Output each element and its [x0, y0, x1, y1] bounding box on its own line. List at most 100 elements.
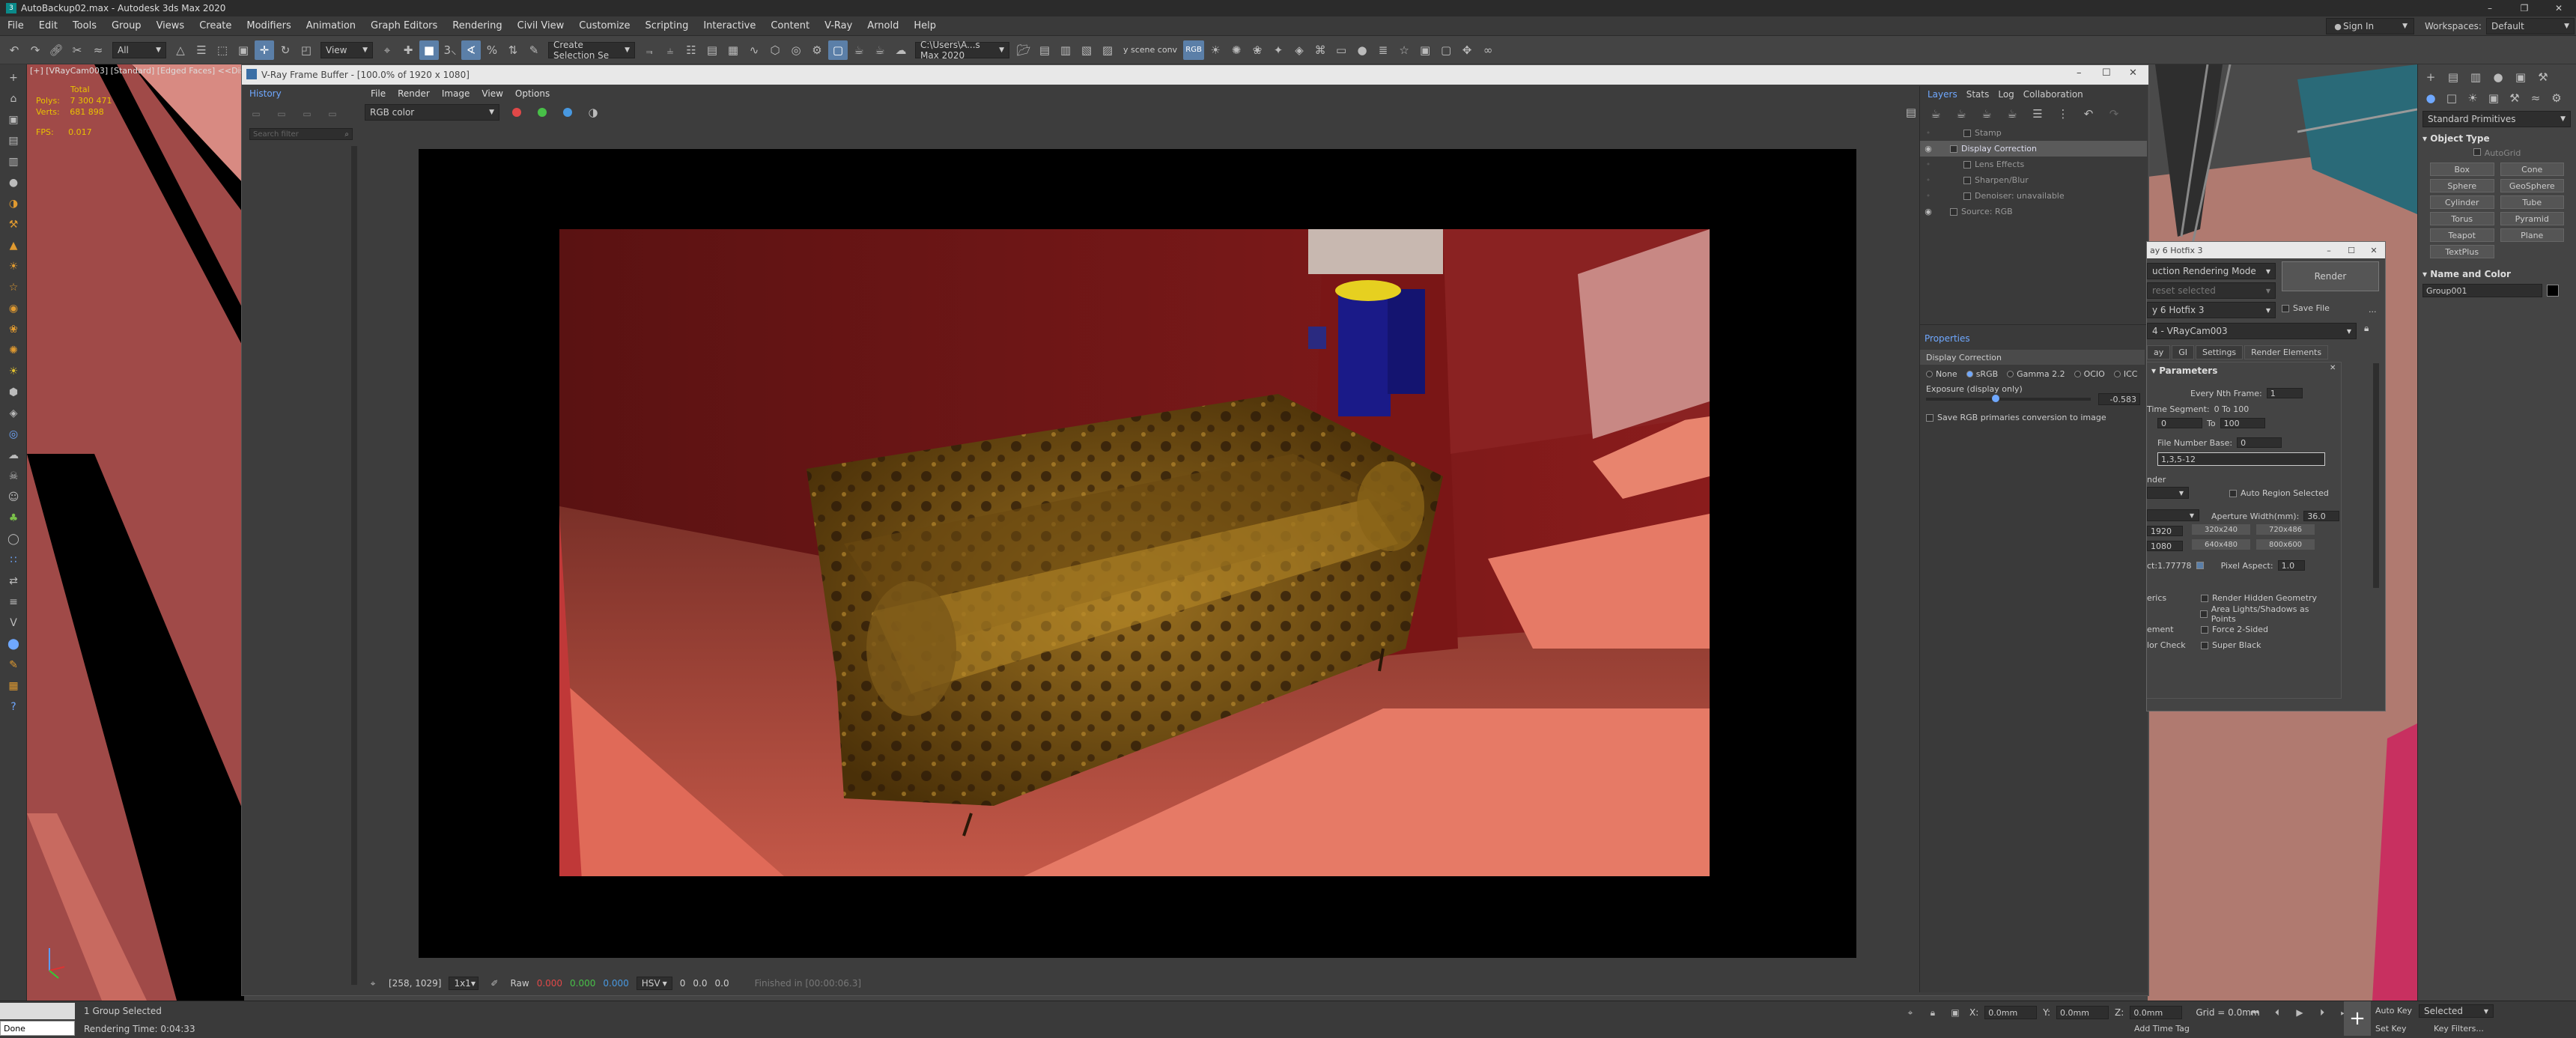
dots-icon[interactable]: ∷ [5, 552, 22, 568]
minimize-button[interactable]: – [2318, 246, 2340, 255]
object-color-swatch[interactable] [2547, 285, 2559, 297]
utilities-icon[interactable]: ⚒ [5, 216, 22, 233]
tab-log[interactable]: Log [1993, 87, 2018, 102]
link-icon[interactable]: 🔗︎ [46, 40, 66, 60]
render-tab[interactable]: Render Elements [2244, 345, 2329, 359]
vfb-menu-image[interactable]: Image [436, 88, 476, 99]
layer-checkbox[interactable] [1963, 160, 1971, 169]
minimize-button[interactable]: – [2473, 0, 2507, 16]
flip-icon[interactable]: ⇄ [5, 573, 22, 589]
vray-ies-icon[interactable]: ✦ [1269, 40, 1288, 60]
spinner-snap-icon[interactable]: ⇅ [503, 40, 523, 60]
vfb-menu-view[interactable]: View [476, 88, 508, 99]
globe-icon[interactable]: ◎ [5, 426, 22, 443]
menu-help[interactable]: Help [906, 16, 944, 36]
layer-checkbox[interactable] [1963, 129, 1971, 137]
layer-checkbox[interactable] [1950, 207, 1957, 216]
visibility-eye-icon[interactable]: • [1920, 128, 1936, 138]
hierarchy-tab-icon[interactable]: ▥ [2467, 69, 2484, 85]
palette-icon[interactable]: ⬤ [5, 636, 22, 652]
grid-icon[interactable]: ▦ [5, 678, 22, 694]
spacewarps-icon[interactable]: ❀ [5, 321, 22, 338]
layer-checkbox[interactable] [1963, 176, 1971, 184]
cloud-icon[interactable]: ☁ [5, 447, 22, 464]
preset-select[interactable]: reset selected ▼ [2147, 282, 2276, 299]
edit-named-selection-icon[interactable]: ✎ [524, 40, 544, 60]
modify-tab-icon[interactable]: ▤ [2445, 69, 2461, 85]
tab-stats[interactable]: Stats [1962, 87, 1994, 102]
percent-snap-icon[interactable]: % [482, 40, 502, 60]
option-checkbox[interactable] [2199, 610, 2208, 618]
compare-b-icon[interactable]: ▭ [324, 106, 341, 122]
y-coordinate-field[interactable]: 0.0mm [2056, 1006, 2109, 1019]
select-manipulate-icon[interactable]: ✚ [398, 40, 418, 60]
history-search-input[interactable]: Search filter ⌕ [249, 128, 353, 140]
every-nth-frame-field[interactable]: 1 [2266, 388, 2303, 398]
perspective-viewport[interactable] [27, 64, 244, 1001]
vray-infinite-icon[interactable]: ∞ [1478, 40, 1498, 60]
frames-field[interactable]: 1,3,5-12 [2157, 452, 2325, 466]
vray-logo-icon[interactable]: V [5, 615, 22, 631]
browse-icon[interactable]: ▥ [1056, 40, 1075, 60]
save-image-icon[interactable]: ▤ [1903, 104, 1919, 121]
menu-edit[interactable]: Edit [31, 16, 65, 36]
render-tab[interactable]: GI [2172, 345, 2195, 359]
exposure-field[interactable]: -0.583 [2098, 393, 2140, 405]
add-time-tag-button[interactable]: Add Time Tag [2134, 1024, 2190, 1034]
object-type-header[interactable]: ▾ Object Type [2422, 133, 2572, 144]
key-mode-select[interactable]: Selected ▼ [2419, 1004, 2494, 1018]
lock-aspect-toggle[interactable] [2196, 562, 2204, 569]
pixel-aspect-field[interactable]: 1.0 [2277, 560, 2305, 571]
maxscript-listener[interactable] [0, 1003, 75, 1019]
snaps-toggle-icon[interactable]: 3⸜ [440, 40, 460, 60]
auto-region-checkbox[interactable]: Auto Region Selected [2229, 488, 2329, 498]
layer-row[interactable]: ◉ Source: RGB [1920, 204, 2147, 219]
angle-snap-icon[interactable]: ∢ [461, 40, 481, 60]
create-sphere-button[interactable]: Sphere [2430, 179, 2494, 192]
tab-collaboration[interactable]: Collaboration [2019, 87, 2088, 102]
set-key-icon[interactable]: + [2344, 1001, 2371, 1036]
vray-proxy-icon[interactable]: ◈ [1289, 40, 1309, 60]
blue-channel-icon[interactable] [559, 104, 576, 121]
mode-radio-none[interactable]: None [1926, 369, 1957, 379]
layer-menu-icon[interactable]: ⋮ [2055, 106, 2071, 122]
option-checkbox[interactable] [2201, 625, 2208, 634]
menu-scripting[interactable]: Scripting [638, 16, 696, 36]
lights-tab-icon[interactable]: ☀ [2464, 90, 2481, 106]
visibility-eye-icon[interactable]: • [1920, 175, 1936, 185]
vray-dome-icon[interactable]: ❀ [1248, 40, 1267, 60]
create-tube-button[interactable]: Tube [2500, 195, 2564, 209]
render-tab[interactable]: Settings [2196, 345, 2244, 359]
render-canvas[interactable] [419, 149, 1856, 958]
menu-file[interactable]: File [0, 16, 31, 36]
visibility-eye-icon[interactable]: • [1920, 191, 1936, 201]
layer-row[interactable]: ◉ Display Correction [1920, 141, 2147, 157]
modifier-icon[interactable]: ▤ [5, 133, 22, 149]
isolate-icon[interactable]: ⌖ [1902, 1004, 1919, 1021]
area-select[interactable]: ▼ [2147, 487, 2189, 499]
load-layers-icon[interactable]: ☕ [2004, 106, 2020, 122]
exposure-slider-handle[interactable] [1992, 395, 1999, 402]
undo-icon[interactable]: ↶ [4, 40, 24, 60]
alpha-channel-icon[interactable]: ◑ [585, 104, 601, 121]
vray-sphere-icon[interactable]: ● [1352, 40, 1372, 60]
spacewarps-tab-icon[interactable]: ≈ [2527, 90, 2544, 106]
layer-row[interactable]: • Denoiser: unavailable [1920, 188, 2147, 204]
create-box-button[interactable]: Box [2430, 163, 2494, 176]
width-field[interactable]: 1920 [2147, 526, 2183, 536]
maxscript-input[interactable]: Done [0, 1021, 75, 1036]
render-iterative-icon[interactable]: ☕ [870, 40, 890, 60]
motion-icon[interactable]: ● [5, 174, 22, 191]
close-button[interactable]: ✕ [2542, 0, 2576, 16]
menu-content[interactable]: Content [763, 16, 817, 36]
menu-graph-editors[interactable]: Graph Editors [363, 16, 445, 36]
vfb-menu-render[interactable]: Render [392, 88, 436, 99]
vray-fur-icon[interactable]: ⌘ [1310, 40, 1330, 60]
named-selection-set-select[interactable]: Create Selection Se ▼ [548, 40, 635, 61]
mirror-icon[interactable]: ⫬ [640, 40, 659, 60]
z-coordinate-field[interactable]: 0.0mm [2130, 1006, 2183, 1019]
autogrid-checkbox[interactable]: AutoGrid [2422, 148, 2572, 158]
systems-icon[interactable]: ✺ [5, 342, 22, 359]
go-to-start-icon[interactable]: ⏮︎ [2247, 1004, 2263, 1021]
set-key-button[interactable]: Set Key [2375, 1024, 2407, 1034]
